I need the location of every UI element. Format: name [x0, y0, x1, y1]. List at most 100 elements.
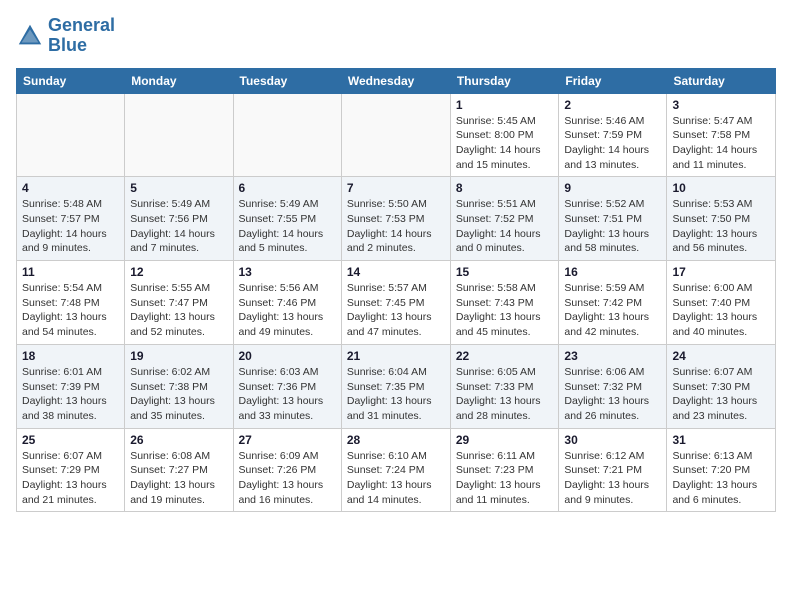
calendar-day-cell: 27Sunrise: 6:09 AMSunset: 7:26 PMDayligh…	[233, 428, 341, 512]
day-number: 7	[347, 181, 445, 195]
day-number: 8	[456, 181, 554, 195]
day-number: 16	[564, 265, 661, 279]
day-number: 3	[672, 98, 770, 112]
day-info: Sunrise: 5:50 AMSunset: 7:53 PMDaylight:…	[347, 197, 445, 256]
day-info: Sunrise: 5:59 AMSunset: 7:42 PMDaylight:…	[564, 281, 661, 340]
calendar-day-cell: 20Sunrise: 6:03 AMSunset: 7:36 PMDayligh…	[233, 344, 341, 428]
day-info: Sunrise: 5:55 AMSunset: 7:47 PMDaylight:…	[130, 281, 227, 340]
day-number: 25	[22, 433, 119, 447]
day-number: 10	[672, 181, 770, 195]
calendar-day-cell: 19Sunrise: 6:02 AMSunset: 7:38 PMDayligh…	[125, 344, 233, 428]
col-header-wednesday: Wednesday	[341, 68, 450, 93]
day-number: 4	[22, 181, 119, 195]
day-info: Sunrise: 5:51 AMSunset: 7:52 PMDaylight:…	[456, 197, 554, 256]
calendar-day-cell: 28 Sunrise: 6:10 AMSunset: 7:24 PMDayligh…	[341, 428, 450, 512]
day-number: 12	[130, 265, 227, 279]
day-info: Sunrise: 6:00 AMSunset: 7:40 PMDaylight:…	[672, 281, 770, 340]
col-header-friday: Friday	[559, 68, 667, 93]
day-info: Sunrise: 5:53 AMSunset: 7:50 PMDaylight:…	[672, 197, 770, 256]
calendar-table: SundayMondayTuesdayWednesdayThursdayFrid…	[16, 68, 776, 513]
calendar-day-cell: 12 Sunrise: 5:55 AMSunset: 7:47 PMDayligh…	[125, 261, 233, 345]
calendar-week-row: 18Sunrise: 6:01 AMSunset: 7:39 PMDayligh…	[17, 344, 776, 428]
calendar-day-cell: 11 Sunrise: 5:54 AMSunset: 7:48 PMDayligh…	[17, 261, 125, 345]
day-info: Sunrise: 6:04 AMSunset: 7:35 PMDaylight:…	[347, 365, 445, 424]
calendar-day-cell	[341, 93, 450, 177]
calendar-week-row: 25 Sunrise: 6:07 AMSunset: 7:29 PMDayligh…	[17, 428, 776, 512]
day-number: 11	[22, 265, 119, 279]
calendar-day-cell: 15 Sunrise: 5:58 AMSunset: 7:43 PMDayligh…	[450, 261, 559, 345]
col-header-tuesday: Tuesday	[233, 68, 341, 93]
day-info: Sunrise: 6:08 AMSunset: 7:27 PMDaylight:…	[130, 449, 227, 508]
col-header-saturday: Saturday	[667, 68, 776, 93]
page-header: General Blue	[16, 16, 776, 56]
day-number: 31	[672, 433, 770, 447]
day-number: 21	[347, 349, 445, 363]
calendar-day-cell	[125, 93, 233, 177]
calendar-week-row: 11 Sunrise: 5:54 AMSunset: 7:48 PMDayligh…	[17, 261, 776, 345]
calendar-day-cell: 5 Sunrise: 5:49 AMSunset: 7:56 PMDaylight…	[125, 177, 233, 261]
day-info: Sunrise: 6:13 AMSunset: 7:20 PMDaylight:…	[672, 449, 770, 508]
calendar-day-cell: 23 Sunrise: 6:06 AMSunset: 7:32 PMDayligh…	[559, 344, 667, 428]
day-info: Sunrise: 5:46 AMSunset: 7:59 PMDaylight:…	[564, 114, 661, 173]
calendar-day-cell: 16 Sunrise: 5:59 AMSunset: 7:42 PMDayligh…	[559, 261, 667, 345]
calendar-day-cell: 7 Sunrise: 5:50 AMSunset: 7:53 PMDaylight…	[341, 177, 450, 261]
day-info: Sunrise: 6:05 AMSunset: 7:33 PMDaylight:…	[456, 365, 554, 424]
day-info: Sunrise: 5:49 AMSunset: 7:55 PMDaylight:…	[239, 197, 336, 256]
day-number: 17	[672, 265, 770, 279]
day-number: 23	[564, 349, 661, 363]
calendar-day-cell: 9 Sunrise: 5:52 AMSunset: 7:51 PMDaylight…	[559, 177, 667, 261]
day-info: Sunrise: 6:07 AMSunset: 7:29 PMDaylight:…	[22, 449, 119, 508]
day-info: Sunrise: 5:54 AMSunset: 7:48 PMDaylight:…	[22, 281, 119, 340]
day-number: 30	[564, 433, 661, 447]
logo-text: General Blue	[48, 16, 115, 56]
day-number: 5	[130, 181, 227, 195]
calendar-day-cell: 30 Sunrise: 6:12 AMSunset: 7:21 PMDayligh…	[559, 428, 667, 512]
day-info: Sunrise: 6:11 AMSunset: 7:23 PMDaylight:…	[456, 449, 554, 508]
day-info: Sunrise: 6:12 AMSunset: 7:21 PMDaylight:…	[564, 449, 661, 508]
calendar-day-cell: 25 Sunrise: 6:07 AMSunset: 7:29 PMDayligh…	[17, 428, 125, 512]
day-info: Sunrise: 5:56 AMSunset: 7:46 PMDaylight:…	[239, 281, 336, 340]
calendar-day-cell: 13Sunrise: 5:56 AMSunset: 7:46 PMDayligh…	[233, 261, 341, 345]
logo: General Blue	[16, 16, 115, 56]
logo-icon	[16, 22, 44, 50]
day-info: Sunrise: 5:52 AMSunset: 7:51 PMDaylight:…	[564, 197, 661, 256]
day-info: Sunrise: 5:48 AMSunset: 7:57 PMDaylight:…	[22, 197, 119, 256]
day-number: 29	[456, 433, 554, 447]
day-info: Sunrise: 5:57 AMSunset: 7:45 PMDaylight:…	[347, 281, 445, 340]
calendar-day-cell: 17 Sunrise: 6:00 AMSunset: 7:40 PMDayligh…	[667, 261, 776, 345]
day-number: 9	[564, 181, 661, 195]
day-number: 19	[130, 349, 227, 363]
day-number: 22	[456, 349, 554, 363]
calendar-day-cell: 10 Sunrise: 5:53 AMSunset: 7:50 PMDayligh…	[667, 177, 776, 261]
calendar-day-cell: 1Sunrise: 5:45 AMSunset: 8:00 PMDaylight…	[450, 93, 559, 177]
calendar-header-row: SundayMondayTuesdayWednesdayThursdayFrid…	[17, 68, 776, 93]
day-info: Sunrise: 5:47 AMSunset: 7:58 PMDaylight:…	[672, 114, 770, 173]
day-number: 1	[456, 98, 554, 112]
calendar-day-cell: 29 Sunrise: 6:11 AMSunset: 7:23 PMDayligh…	[450, 428, 559, 512]
calendar-week-row: 1Sunrise: 5:45 AMSunset: 8:00 PMDaylight…	[17, 93, 776, 177]
day-number: 20	[239, 349, 336, 363]
calendar-day-cell: 3 Sunrise: 5:47 AMSunset: 7:58 PMDaylight…	[667, 93, 776, 177]
day-number: 27	[239, 433, 336, 447]
day-number: 6	[239, 181, 336, 195]
day-number: 18	[22, 349, 119, 363]
col-header-thursday: Thursday	[450, 68, 559, 93]
calendar-day-cell: 8 Sunrise: 5:51 AMSunset: 7:52 PMDaylight…	[450, 177, 559, 261]
calendar-day-cell: 14Sunrise: 5:57 AMSunset: 7:45 PMDayligh…	[341, 261, 450, 345]
calendar-day-cell: 24 Sunrise: 6:07 AMSunset: 7:30 PMDayligh…	[667, 344, 776, 428]
day-number: 24	[672, 349, 770, 363]
day-info: Sunrise: 6:07 AMSunset: 7:30 PMDaylight:…	[672, 365, 770, 424]
col-header-sunday: Sunday	[17, 68, 125, 93]
day-info: Sunrise: 6:10 AMSunset: 7:24 PMDaylight:…	[347, 449, 445, 508]
day-number: 2	[564, 98, 661, 112]
day-info: Sunrise: 6:06 AMSunset: 7:32 PMDaylight:…	[564, 365, 661, 424]
day-number: 28	[347, 433, 445, 447]
day-info: Sunrise: 5:58 AMSunset: 7:43 PMDaylight:…	[456, 281, 554, 340]
calendar-day-cell: 2 Sunrise: 5:46 AMSunset: 7:59 PMDaylight…	[559, 93, 667, 177]
day-number: 15	[456, 265, 554, 279]
calendar-day-cell: 4 Sunrise: 5:48 AMSunset: 7:57 PMDaylight…	[17, 177, 125, 261]
calendar-day-cell	[233, 93, 341, 177]
day-info: Sunrise: 5:49 AMSunset: 7:56 PMDaylight:…	[130, 197, 227, 256]
day-number: 26	[130, 433, 227, 447]
calendar-day-cell: 31 Sunrise: 6:13 AMSunset: 7:20 PMDayligh…	[667, 428, 776, 512]
